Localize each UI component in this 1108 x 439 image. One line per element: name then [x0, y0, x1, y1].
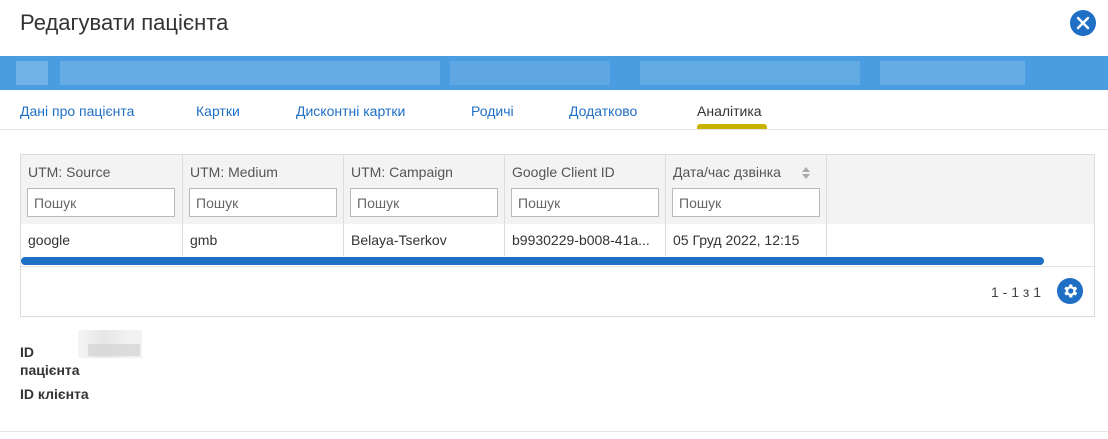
table-cell: gmb [190, 232, 218, 248]
pagination-info: 1 - 1 з 1 [991, 284, 1041, 300]
sort-icon[interactable] [801, 166, 811, 180]
patient-id-label-line2: пацієнта [20, 362, 80, 378]
close-icon [1076, 16, 1090, 30]
table-cell: 05 Груд 2022, 12:15 [673, 232, 800, 248]
filter-utm-medium-input[interactable] [189, 188, 337, 217]
scrollbar-thumb[interactable] [21, 257, 1044, 265]
patient-info-bar [0, 56, 1108, 90]
filter-call-datetime-input[interactable] [672, 188, 820, 217]
patient-id-label: ID пацієнта [20, 343, 80, 379]
column-header-utm-medium[interactable]: UTM: Medium [190, 163, 278, 181]
close-button[interactable] [1070, 10, 1096, 36]
redacted-block [880, 61, 1025, 85]
horizontal-scrollbar[interactable] [21, 256, 1094, 266]
column-header-call-datetime[interactable]: Дата/час дзвінка [673, 163, 781, 181]
tab-patient-data[interactable]: Дані про пацієнта [20, 102, 134, 120]
dialog-header: Редагувати пацієнта [0, 0, 1108, 56]
redacted-block [16, 61, 48, 85]
table-cell: Belaya-Tserkov [351, 232, 447, 248]
table-cell: b9930229-b008-41a... [512, 232, 650, 248]
column-header-utm-campaign[interactable]: UTM: Campaign [351, 163, 453, 181]
tab-bar: Дані про пацієнта Картки Дисконтні картк… [0, 90, 1108, 130]
tab-analytics[interactable]: Аналітика [697, 102, 762, 120]
patient-id-label-line1: ID [20, 344, 34, 360]
client-id-label: ID клієнта [20, 386, 89, 402]
column-header-utm-source[interactable]: UTM: Source [28, 163, 110, 181]
filter-utm-source-input[interactable] [27, 188, 175, 217]
tab-relatives[interactable]: Родичі [471, 102, 514, 120]
tab-additional[interactable]: Додатково [569, 102, 637, 120]
redacted-block [640, 61, 860, 85]
active-tab-indicator [697, 124, 767, 129]
table-cell: google [28, 232, 71, 248]
redacted-patient-id [78, 330, 142, 358]
dialog-title: Редагувати пацієнта [20, 10, 229, 35]
analytics-grid: UTM: Source UTM: Medium UTM: Campaign Go… [20, 154, 1095, 317]
divider [21, 266, 1094, 267]
redacted-block [450, 61, 610, 85]
gear-icon [1064, 284, 1078, 298]
column-header-google-client-id[interactable]: Google Client ID [512, 163, 615, 181]
tab-cards[interactable]: Картки [196, 102, 240, 120]
redacted-block [60, 61, 440, 85]
filter-utm-campaign-input[interactable] [350, 188, 498, 217]
footer-divider [0, 431, 1108, 432]
filter-google-client-id-input[interactable] [511, 188, 659, 217]
edit-patient-dialog: Редагувати пацієнта Дані про пацієнта Ка… [0, 0, 1108, 439]
grid-settings-button[interactable] [1057, 278, 1083, 304]
tab-discount-cards[interactable]: Дисконтні картки [296, 102, 405, 120]
